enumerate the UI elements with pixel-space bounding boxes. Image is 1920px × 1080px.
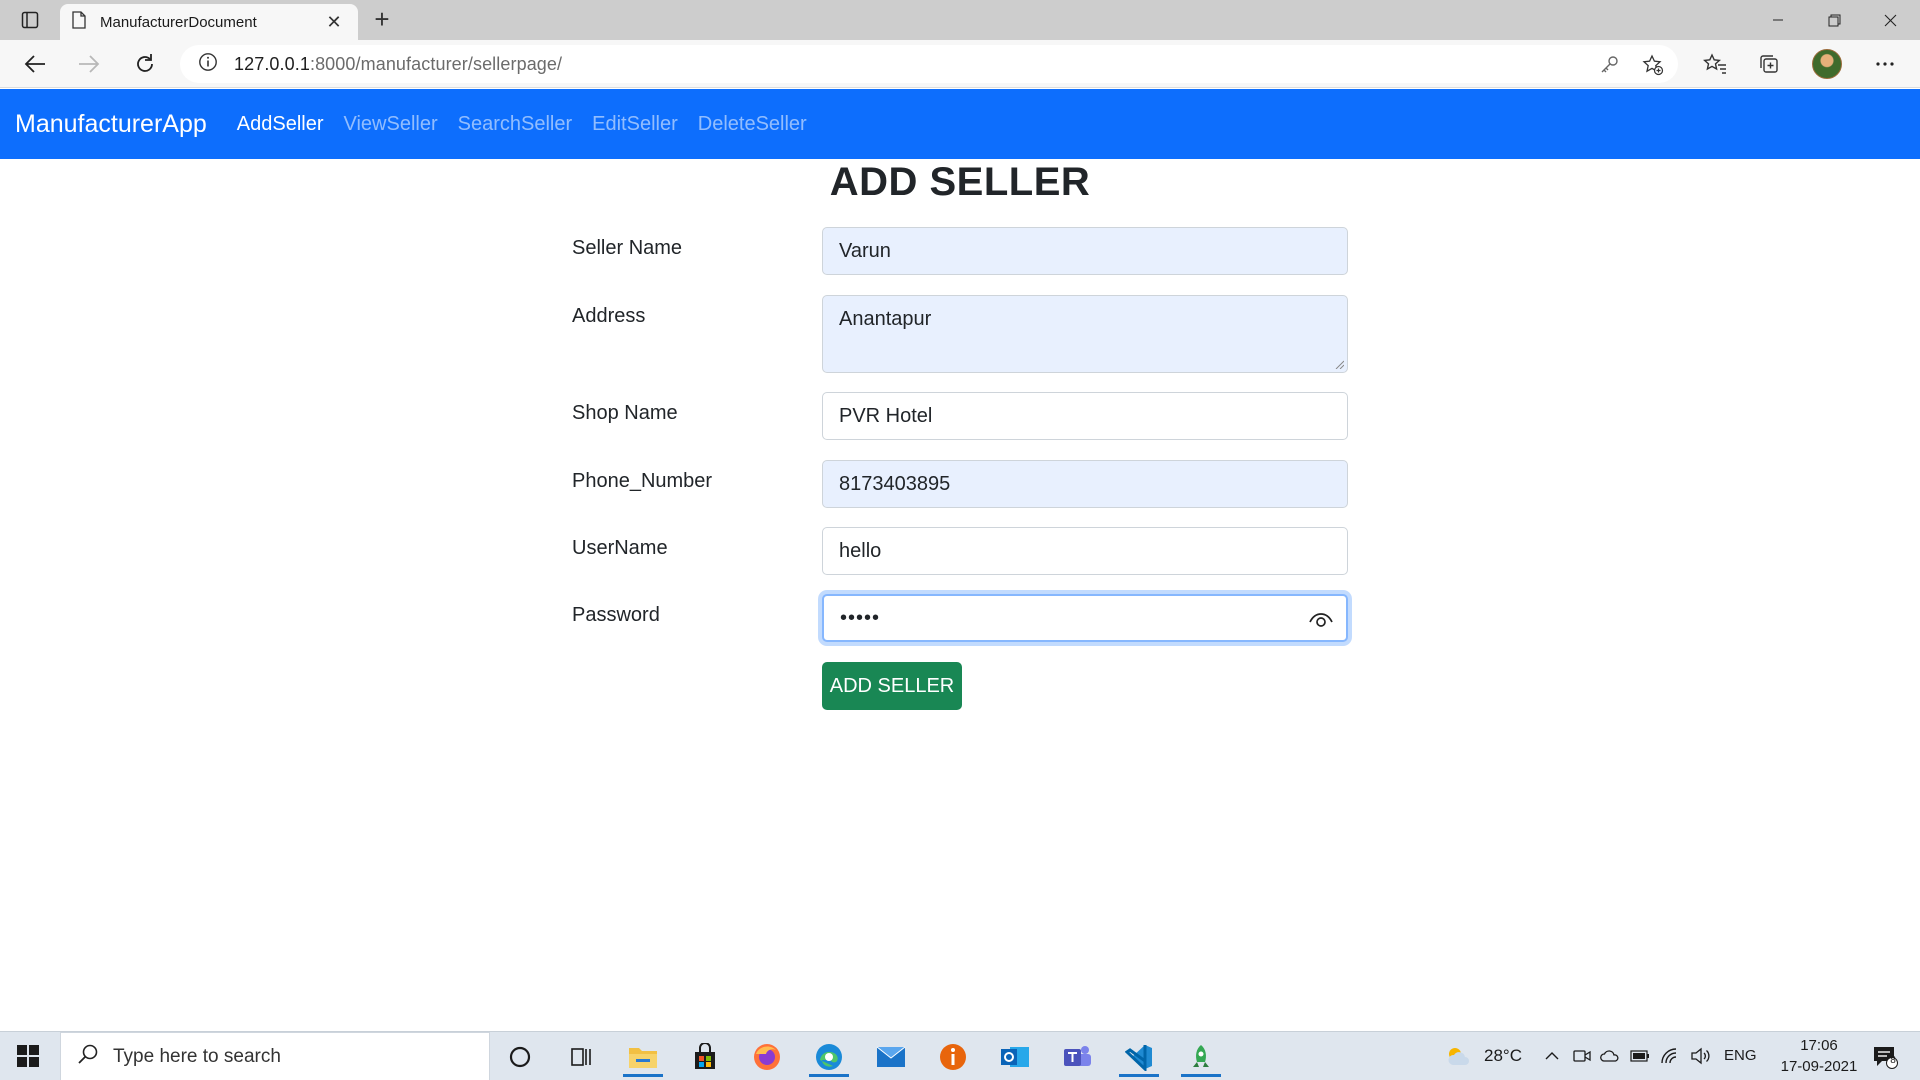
store-icon[interactable] <box>679 1036 731 1077</box>
address-value: Anantapur <box>839 308 932 330</box>
task-view-icon[interactable] <box>555 1036 607 1077</box>
search-placeholder: Type here to search <box>113 1045 281 1067</box>
page-title: ADD SELLER <box>829 160 1091 204</box>
tab-actions-icon[interactable] <box>12 8 48 32</box>
resize-grip-icon[interactable] <box>1334 359 1344 369</box>
file-explorer-icon[interactable] <box>617 1036 669 1077</box>
app-i-icon[interactable] <box>927 1036 979 1077</box>
shop-name-input[interactable]: PVR Hotel <box>822 392 1348 440</box>
username-label: UserName <box>572 537 668 559</box>
clock-time[interactable]: 17:06 <box>1788 1037 1850 1054</box>
windows-start-icon[interactable] <box>16 1044 40 1068</box>
outlook-icon[interactable] <box>989 1036 1041 1077</box>
tab-title: ManufacturerDocument <box>100 13 257 31</box>
windows-taskbar: Type here to search 28°C ENG 17:06 17-09… <box>0 1031 1920 1080</box>
battery-icon[interactable] <box>1630 1046 1650 1066</box>
nav-link-addseller[interactable]: AddSeller <box>227 113 334 136</box>
username-input[interactable]: hello <box>822 527 1348 575</box>
more-icon[interactable] <box>1868 48 1902 80</box>
window-close-icon[interactable] <box>1862 0 1918 40</box>
minimize-icon[interactable] <box>1750 0 1806 40</box>
refresh-icon[interactable] <box>128 48 162 80</box>
url-host: 127.0.0.1 <box>234 53 310 74</box>
address-label: Address <box>572 305 646 327</box>
favorite-add-icon[interactable] <box>1642 54 1664 76</box>
seller-name-input[interactable]: Varun <box>822 227 1348 275</box>
meet-now-icon[interactable] <box>1572 1046 1592 1066</box>
back-icon[interactable] <box>18 48 52 80</box>
notification-count: 8 <box>1890 1055 1896 1066</box>
close-icon[interactable]: ✕ <box>322 12 346 33</box>
wifi-icon[interactable] <box>1660 1046 1680 1066</box>
password-input[interactable]: ••••• <box>822 594 1348 642</box>
reveal-password-icon[interactable] <box>1308 608 1334 630</box>
phone-number-input[interactable]: 8173403895 <box>822 460 1348 508</box>
browser-tab[interactable]: ManufacturerDocument ✕ <box>60 4 358 40</box>
chevron-up-icon[interactable] <box>1542 1046 1562 1066</box>
key-icon[interactable] <box>1598 54 1620 76</box>
clock-date[interactable]: 17-09-2021 <box>1770 1058 1868 1075</box>
shop-name-label: Shop Name <box>572 402 678 424</box>
edge-icon[interactable] <box>803 1036 855 1077</box>
new-tab-icon[interactable]: + <box>368 6 396 34</box>
nav-link-viewseller[interactable]: ViewSeller <box>334 113 448 136</box>
add-seller-button[interactable]: ADD SELLER <box>822 662 962 710</box>
collections-icon[interactable] <box>1752 48 1786 80</box>
favorites-icon[interactable] <box>1698 48 1732 80</box>
language-indicator[interactable]: ENG <box>1724 1047 1757 1064</box>
restore-icon[interactable] <box>1806 0 1862 40</box>
forward-icon[interactable] <box>72 48 106 80</box>
nav-link-editseller[interactable]: EditSeller <box>582 113 688 136</box>
browser-tabstrip: ManufacturerDocument ✕ + <box>0 0 1920 40</box>
seller-name-label: Seller Name <box>572 237 683 259</box>
taskbar-search-box[interactable]: Type here to search <box>60 1032 490 1080</box>
weather-temperature[interactable]: 28°C <box>1484 1046 1522 1066</box>
notification-icon[interactable]: 8 <box>1870 1044 1900 1070</box>
url-text: 127.0.0.1:8000/manufacturer/sellerpage/ <box>234 54 562 75</box>
info-icon[interactable] <box>198 52 218 77</box>
volume-icon[interactable] <box>1690 1046 1710 1066</box>
phone-number-label: Phone_Number <box>572 470 713 492</box>
cortana-icon[interactable] <box>494 1036 546 1077</box>
vscode-icon[interactable] <box>1113 1036 1165 1077</box>
app-rocket-icon[interactable] <box>1175 1036 1227 1077</box>
avatar[interactable] <box>1812 49 1842 79</box>
password-value: ••••• <box>840 606 881 629</box>
weather-icon[interactable] <box>1444 1046 1474 1066</box>
url-path: :8000/manufacturer/sellerpage/ <box>309 53 563 74</box>
page-icon <box>72 10 86 34</box>
app-navbar: ManufacturerApp AddSeller ViewSeller Sea… <box>0 89 1920 159</box>
search-icon <box>77 1043 99 1070</box>
firefox-icon[interactable] <box>741 1036 793 1077</box>
nav-link-searchseller[interactable]: SearchSeller <box>448 113 583 136</box>
password-label: Password <box>572 604 660 626</box>
address-textarea[interactable]: Anantapur <box>822 295 1348 373</box>
nav-link-deleteseller[interactable]: DeleteSeller <box>688 113 817 136</box>
browser-toolbar: 127.0.0.1:8000/manufacturer/sellerpage/ <box>0 40 1920 88</box>
navbar-brand[interactable]: ManufacturerApp <box>15 110 207 139</box>
onedrive-icon[interactable] <box>1600 1046 1620 1066</box>
address-bar[interactable]: 127.0.0.1:8000/manufacturer/sellerpage/ <box>180 45 1678 83</box>
mail-icon[interactable] <box>865 1036 917 1077</box>
teams-icon[interactable] <box>1051 1036 1103 1077</box>
